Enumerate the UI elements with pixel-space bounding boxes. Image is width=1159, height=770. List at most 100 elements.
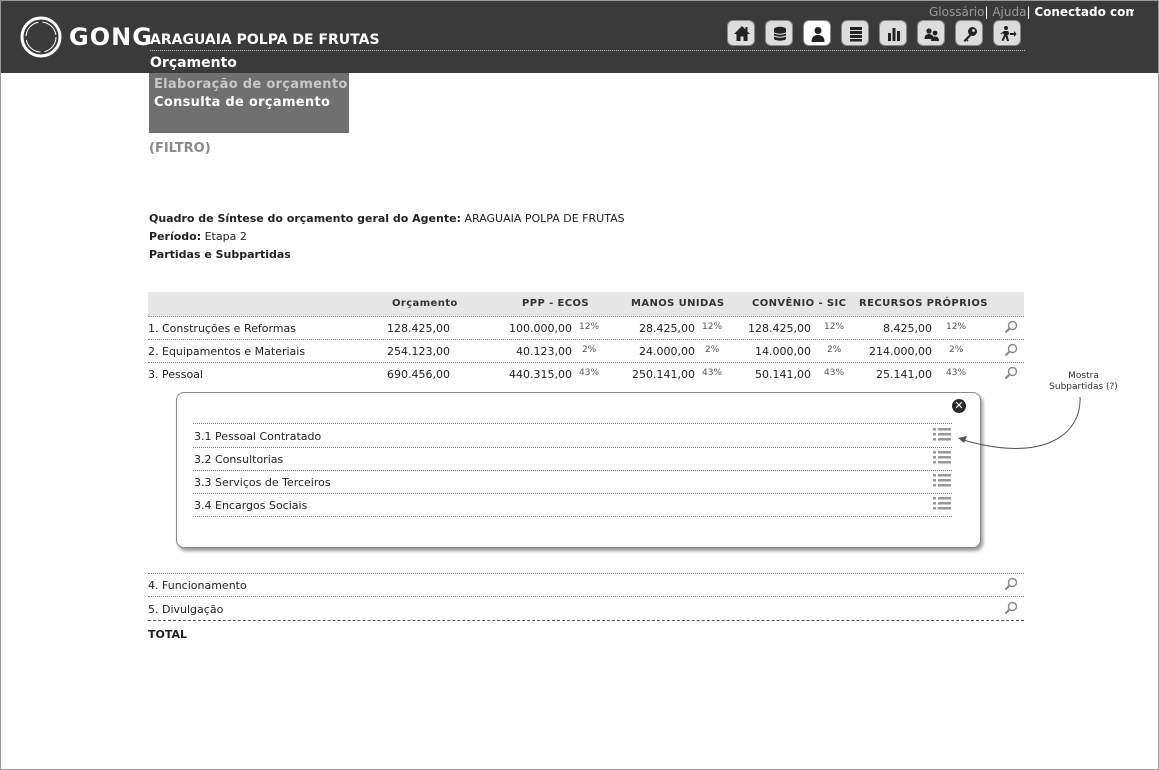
ppp-percent: 43%: [579, 368, 600, 378]
ppp-value: 40.123,00: [516, 345, 572, 358]
list-icon[interactable]: [933, 450, 951, 466]
subpartida-row: 3.2 Consultorias: [193, 447, 952, 471]
convenio-value: 50.141,00: [755, 368, 811, 381]
table-row: 1. Construções e Reformas 128.425,00 100…: [148, 317, 1024, 340]
col-header-convenio: CONVÊNIO - SIC: [752, 298, 847, 309]
list-icon[interactable]: [933, 473, 951, 489]
filter-toggle[interactable]: (FILTRO): [149, 141, 211, 156]
home-button[interactable]: [727, 20, 755, 46]
col-header-ppp: PPP - ECOS: [522, 298, 589, 309]
partidas-label: Partidas e Subpartidas: [149, 248, 291, 261]
col-header-manos: MANOS UNIDAS: [631, 298, 725, 309]
period-label: Período:: [149, 230, 202, 243]
orcamento-value: 128.425,00: [387, 322, 450, 335]
menu-item-consulta[interactable]: Consulta de orçamento: [154, 95, 330, 110]
manos-percent: 2%: [705, 345, 720, 355]
subpartida-row: 3.3 Serviços de Terceiros: [193, 470, 952, 494]
ppp-percent: 2%: [582, 345, 597, 355]
agent-button[interactable]: [803, 20, 831, 46]
magnifier-icon[interactable]: [1004, 343, 1018, 357]
magnifier-icon[interactable]: [1004, 601, 1018, 615]
convenio-value: 128.425,00: [748, 322, 811, 335]
subpartidas-popup: ✕ 3.1 Pessoal Contratado 3.2 Consultoria…: [176, 392, 981, 548]
recursos-value: 214.000,00: [869, 345, 932, 358]
annotation-line-2: Subpartidas (?): [1049, 382, 1118, 392]
reports-button[interactable]: [879, 20, 907, 46]
period-line: Período: Etapa 2: [149, 230, 247, 243]
manos-value: 24.000,00: [639, 345, 695, 358]
partidas-heading: Partidas e Subpartidas: [149, 248, 291, 261]
row-label: 2. Equipamentos e Materiais: [148, 345, 306, 358]
table-row: 5. Divulgação: [148, 598, 1024, 621]
bar-chart-icon: [888, 28, 900, 41]
ppp-percent: 12%: [579, 322, 600, 332]
recursos-percent: 2%: [949, 345, 964, 355]
ppp-value: 440.315,00: [509, 368, 572, 381]
total-label: TOTAL: [148, 628, 188, 641]
orcamento-value: 254.123,00: [387, 345, 450, 358]
magnifier-icon[interactable]: [1004, 366, 1018, 380]
stack-button[interactable]: [841, 20, 869, 46]
list-icon[interactable]: [933, 427, 951, 443]
list-icon[interactable]: [933, 496, 951, 512]
connected-as-label: Conectado como:: [1034, 5, 1134, 19]
database-icon: [773, 26, 787, 41]
organization-name: ARAGUAIA POLPA DE FRUTAS: [150, 32, 380, 48]
subpartida-row: 3.1 Pessoal Contratado: [193, 424, 952, 448]
gong-logo-icon: [20, 16, 62, 58]
manos-value: 250.141,00: [632, 368, 695, 381]
summary-title: Quadro de Síntese do orçamento geral do …: [149, 212, 625, 225]
subpartida-label: 3.1 Pessoal Contratado: [194, 430, 322, 443]
exit-icon: [1000, 26, 1017, 41]
subpartida-label: 3.4 Encargos Sociais: [194, 499, 308, 512]
orcamento-value: 690.456,00: [387, 368, 450, 381]
row-label: 3. Pessoal: [148, 368, 203, 381]
summary-label: Quadro de Síntese do orçamento geral do …: [149, 212, 461, 225]
glossario-link[interactable]: Glossário: [929, 5, 984, 19]
table-row: 4. Funcionamento: [148, 574, 1024, 597]
subpartidas-annotation: Mostra Subpartidas (?): [1046, 371, 1121, 393]
row-label: 5. Divulgação: [148, 603, 224, 616]
header-divider: [150, 50, 1025, 51]
subpartida-label: 3.2 Consultorias: [194, 453, 284, 466]
magnifier-icon[interactable]: [1004, 577, 1018, 591]
manos-value: 28.425,00: [639, 322, 695, 335]
subpartida-row: 3.4 Encargos Sociais: [193, 493, 952, 517]
period-value: Etapa 2: [204, 230, 247, 243]
col-header-recursos: RECURSOS PRÓPRIOS: [859, 298, 988, 309]
annotation-line-1: Mostra: [1068, 371, 1099, 381]
logout-button[interactable]: [993, 20, 1021, 46]
table-row: 2. Equipamentos e Materiais 254.123,00 4…: [148, 340, 1024, 363]
recursos-percent: 43%: [946, 368, 967, 378]
users-button[interactable]: [917, 20, 945, 46]
ajuda-link[interactable]: Ajuda: [992, 5, 1026, 19]
recursos-value: 25.141,00: [876, 368, 932, 381]
brand-name: GONG: [69, 23, 153, 51]
app-header: GONG ARAGUAIA POLPA DE FRUTAS Orçamento …: [1, 1, 1158, 73]
users-icon: [924, 28, 939, 41]
database-button[interactable]: [765, 20, 793, 46]
link-separator: |: [1026, 5, 1031, 19]
row-label: 4. Funcionamento: [148, 579, 247, 592]
budget-submenu: Elaboração de orçamento Consulta de orça…: [149, 73, 349, 133]
row-label: 1. Construções e Reformas: [148, 322, 296, 335]
home-icon: [734, 26, 750, 41]
annotation-arrow-icon: [958, 396, 1081, 449]
user-icon: [811, 27, 825, 42]
ppp-value: 100.000,00: [509, 322, 572, 335]
recursos-percent: 12%: [946, 322, 967, 332]
summary-agent: ARAGUAIA POLPA DE FRUTAS: [464, 212, 625, 225]
convenio-value: 14.000,00: [755, 345, 811, 358]
table-row: 3. Pessoal 690.456,00 440.315,00 43% 250…: [148, 363, 1024, 385]
menu-item-elaboracao[interactable]: Elaboração de orçamento: [154, 77, 348, 92]
col-header-orcamento: Orçamento: [392, 298, 458, 309]
key-icon: [963, 27, 977, 42]
recursos-value: 8.425,00: [883, 322, 932, 335]
stack-icon: [850, 27, 862, 42]
table-header: Orçamento PPP - ECOS MANOS UNIDAS CONVÊN…: [148, 292, 1024, 317]
permissions-button[interactable]: [955, 20, 983, 46]
magnifier-icon[interactable]: [1004, 320, 1018, 334]
section-title: Orçamento: [150, 55, 237, 71]
subpartida-label: 3.3 Serviços de Terceiros: [194, 476, 331, 489]
top-links: Glossário| Ajuda| Conectado como: ,: [929, 5, 1134, 19]
